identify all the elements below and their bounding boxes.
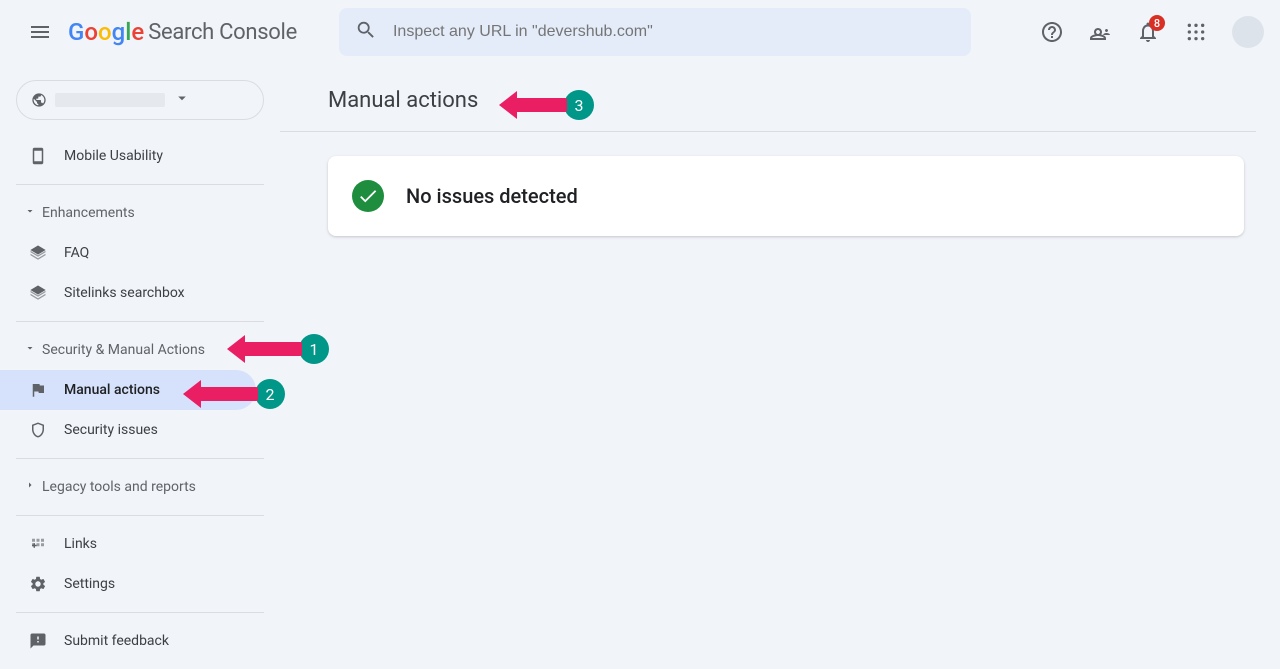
divider [280, 131, 1256, 132]
sidebar-item-label: Sitelinks searchbox [64, 285, 185, 301]
sidebar-item-label: Submit feedback [64, 633, 169, 649]
google-search-console-logo[interactable]: Google Search Console [68, 18, 297, 46]
sidebar-item-submit-feedback[interactable]: Submit feedback [0, 621, 280, 661]
sidebar-item-manual-actions[interactable]: Manual actions [0, 370, 256, 410]
google-apps-icon[interactable] [1176, 12, 1216, 52]
divider [16, 321, 264, 322]
property-name [55, 93, 165, 107]
property-selector[interactable] [16, 80, 264, 120]
url-inspect-search[interactable] [339, 8, 971, 56]
feedback-icon [28, 632, 48, 650]
sidebar-group-label: Legacy tools and reports [42, 479, 196, 495]
check-circle-icon [352, 180, 384, 212]
sidebar-item-security-issues[interactable]: Security issues [0, 410, 280, 450]
sidebar-item-faq[interactable]: FAQ [0, 233, 280, 273]
sidebar-item-label: FAQ [64, 245, 89, 261]
status-text: No issues detected [406, 184, 578, 208]
flag-icon [28, 381, 48, 399]
sidebar-item-label: Security issues [64, 422, 158, 438]
shield-icon [28, 421, 48, 439]
chevron-right-icon [24, 479, 36, 495]
gear-icon [28, 575, 48, 593]
manage-users-icon[interactable] [1080, 12, 1120, 52]
sidebar-group-label: Enhancements [42, 205, 135, 221]
sidebar-group-label: Security & Manual Actions [42, 342, 205, 358]
divider [16, 612, 264, 613]
layers-icon [28, 244, 48, 262]
sidebar-item-label: Settings [64, 576, 115, 592]
sidebar-group-legacy[interactable]: Legacy tools and reports [0, 467, 280, 507]
search-icon [355, 19, 377, 45]
sidebar-item-settings[interactable]: Settings [0, 564, 280, 604]
status-card: No issues detected [328, 156, 1244, 236]
search-input[interactable] [393, 23, 955, 41]
help-icon[interactable] [1032, 12, 1072, 52]
links-icon [28, 535, 48, 553]
chevron-down-icon [173, 89, 191, 111]
sidebar-group-enhancements[interactable]: Enhancements [0, 193, 280, 233]
page-title: Manual actions [328, 88, 1256, 113]
hamburger-menu-icon[interactable] [16, 8, 64, 56]
sidebar-item-sitelinks[interactable]: Sitelinks searchbox [0, 273, 280, 313]
chevron-down-icon [24, 342, 36, 358]
mobile-icon [28, 147, 48, 165]
notifications-icon[interactable]: 8 [1128, 12, 1168, 52]
layers-icon [28, 284, 48, 302]
sidebar-item-mobile-usability[interactable]: Mobile Usability [0, 136, 280, 176]
chevron-down-icon [24, 205, 36, 221]
sidebar-item-links[interactable]: Links [0, 524, 280, 564]
divider [16, 184, 264, 185]
sidebar-item-label: Mobile Usability [64, 148, 163, 164]
sidebar-item-label: Links [64, 536, 97, 552]
divider [16, 458, 264, 459]
account-avatar[interactable] [1232, 16, 1264, 48]
logo-label: Search Console [148, 20, 297, 45]
sidebar-group-security[interactable]: Security & Manual Actions [0, 330, 280, 370]
sidebar-item-label: Manual actions [64, 382, 160, 398]
globe-icon [31, 92, 47, 108]
divider [16, 515, 264, 516]
notification-badge: 8 [1149, 15, 1165, 31]
